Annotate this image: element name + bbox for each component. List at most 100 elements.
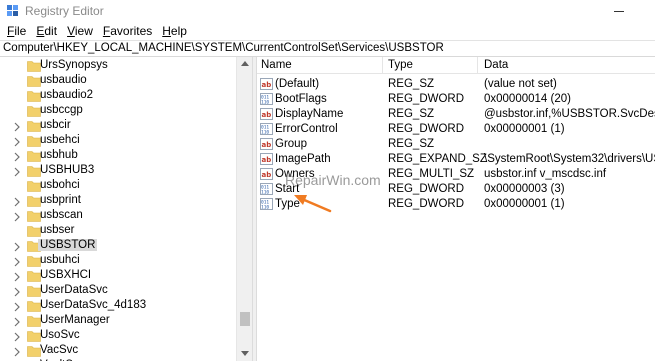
column-divider[interactable] [382, 57, 383, 74]
menu-favorites[interactable]: Favorites [98, 24, 157, 38]
value-name: (Default) [275, 78, 320, 90]
binary-value-icon: 011 110 [260, 123, 273, 136]
chevron-right-icon[interactable] [13, 121, 21, 132]
tree-scrollbar[interactable] [236, 57, 252, 361]
folder-icon [27, 135, 41, 147]
tree-item-usbstor[interactable]: USBSTOR [0, 238, 236, 254]
svg-text:ab: ab [262, 171, 272, 179]
chevron-right-icon[interactable] [13, 316, 21, 327]
tree-item-label: VacSvc [40, 344, 79, 356]
folder-icon [27, 330, 41, 342]
chevron-right-icon[interactable] [13, 196, 21, 207]
value-row-errorcontrol[interactable]: 011 110 ErrorControl REG_DWORD 0x00000001 (1… [257, 122, 655, 137]
tree-item-label: USBSTOR [38, 239, 98, 251]
tree-item-usbser[interactable]: usbser [0, 223, 236, 239]
tree-item-label: USBXHCI [40, 269, 92, 281]
tree-item-label: usbaudio2 [40, 89, 94, 101]
tree-item-label: UserDataSvc [40, 284, 108, 296]
tree-item-usbohci[interactable]: usbohci [0, 178, 236, 194]
menu-view[interactable]: View [62, 24, 98, 38]
tree-item-label: UserManager [40, 314, 110, 326]
folder-icon [27, 165, 41, 177]
tree-item-vacsvc[interactable]: VacSvc [0, 343, 236, 359]
tree-item-usbhub3[interactable]: USBHUB3 [0, 163, 236, 179]
value-name: Type [275, 198, 300, 210]
value-row-displayname[interactable]: ab DisplayName REG_SZ @usbstor.inf,%USBSTOR… [257, 107, 655, 122]
menu-edit[interactable]: Edit [31, 24, 62, 38]
window-title: Registry Editor [25, 4, 104, 18]
value-type: REG_SZ [388, 138, 435, 150]
value-row-imagepath[interactable]: ab ImagePath REG_EXPAND_SZ \SystemRoot\Syst… [257, 152, 655, 167]
list-header: Name Type Data [257, 57, 655, 74]
value-row-owners[interactable]: ab Owners REG_MULTI_SZ usbstor.inf v_mscdsc… [257, 167, 655, 182]
menu-help[interactable]: Help [157, 24, 192, 38]
tree-item-usbccgp[interactable]: usbccgp [0, 103, 236, 119]
tree-item-usbcir[interactable]: usbcir [0, 118, 236, 134]
folder-icon [27, 225, 41, 237]
scroll-thumb[interactable] [240, 312, 250, 326]
column-header-type[interactable]: Type [388, 59, 413, 71]
column-header-data[interactable]: Data [484, 59, 508, 71]
string-value-icon: ab [260, 168, 273, 180]
scroll-up-arrow-icon[interactable] [241, 61, 249, 66]
folder-icon [27, 180, 41, 192]
address-bar[interactable]: Computer\HKEY_LOCAL_MACHINE\SYSTEM\Curre… [0, 40, 655, 57]
column-divider[interactable] [477, 57, 478, 74]
tree-item-usbxhci[interactable]: USBXHCI [0, 268, 236, 284]
column-header-name[interactable]: Name [261, 59, 292, 71]
tree-item-usbhub[interactable]: usbhub [0, 148, 236, 164]
svg-text:ab: ab [262, 81, 272, 89]
scroll-down-arrow-icon[interactable] [241, 351, 249, 356]
folder-icon [27, 150, 41, 162]
folder-icon [27, 300, 41, 312]
value-row-bootflags[interactable]: 011 110 BootFlags REG_DWORD 0x00000014 (20) [257, 92, 655, 107]
value-name: DisplayName [275, 108, 344, 120]
chevron-right-icon[interactable] [13, 286, 21, 297]
chevron-right-icon[interactable] [13, 301, 21, 312]
tree-item-usermanager[interactable]: UserManager [0, 313, 236, 329]
value-type: REG_DWORD [388, 183, 465, 195]
chevron-right-icon[interactable] [13, 256, 21, 267]
minimize-button[interactable] [600, 2, 640, 20]
value-name: BootFlags [275, 93, 327, 105]
tree-item-usbprint[interactable]: usbprint [0, 193, 236, 209]
binary-value-icon: 011 110 [260, 93, 273, 106]
chevron-right-icon[interactable] [13, 151, 21, 162]
tree-item-usbaudio[interactable]: usbaudio [0, 73, 236, 89]
value-type: REG_DWORD [388, 93, 465, 105]
value-data: 0x00000001 (1) [484, 198, 565, 210]
tree-item-usbehci[interactable]: usbehci [0, 133, 236, 149]
chevron-right-icon[interactable] [13, 346, 21, 357]
string-value-icon: ab [260, 138, 273, 150]
folder-icon [27, 90, 41, 102]
tree-item-usbscan[interactable]: usbscan [0, 208, 236, 224]
chevron-right-icon[interactable] [13, 241, 21, 252]
chevron-right-icon[interactable] [13, 331, 21, 342]
tree-item-usbuhci[interactable]: usbuhci [0, 253, 236, 269]
tree-item-userdatasvc_4d183[interactable]: UserDataSvc_4d183 [0, 298, 236, 314]
tree-item-label: UserDataSvc_4d183 [40, 299, 147, 311]
value-data: @usbstor.inf,%USBSTOR.SvcDesc%;USB M [484, 108, 655, 120]
value-row-type[interactable]: 011 110 Type REG_DWORD 0x00000001 (1) [257, 197, 655, 212]
svg-text:110: 110 [261, 100, 269, 106]
tree-item-userdatasvc[interactable]: UserDataSvc [0, 283, 236, 299]
value-data: usbstor.inf v_mscdsc.inf [484, 168, 607, 180]
chevron-right-icon[interactable] [13, 211, 21, 222]
values-list: Name Type Data ab (Default) REG_SZ (value n… [257, 57, 655, 361]
tree-item-usosvc[interactable]: UsoSvc [0, 328, 236, 344]
tree-item-label: usbehci [40, 134, 80, 146]
tree-item-urssynopsys[interactable]: UrsSynopsys [0, 58, 236, 74]
menu-file[interactable]: File [2, 24, 31, 38]
folder-icon [27, 285, 41, 297]
value-name: Owners [275, 168, 315, 180]
value-name: Group [275, 138, 307, 150]
tree-item-usbaudio2[interactable]: usbaudio2 [0, 88, 236, 104]
chevron-right-icon[interactable] [13, 271, 21, 282]
chevron-right-icon[interactable] [13, 166, 21, 177]
value-row-group[interactable]: ab Group REG_SZ [257, 137, 655, 152]
chevron-right-icon[interactable] [13, 136, 21, 147]
tree-item-label: usbser [40, 224, 75, 236]
value-row-start[interactable]: 011 110 Start REG_DWORD 0x00000003 (3) [257, 182, 655, 197]
value-row-default[interactable]: ab (Default) REG_SZ (value not set) [257, 77, 655, 92]
binary-value-icon: 011 110 [260, 183, 273, 196]
